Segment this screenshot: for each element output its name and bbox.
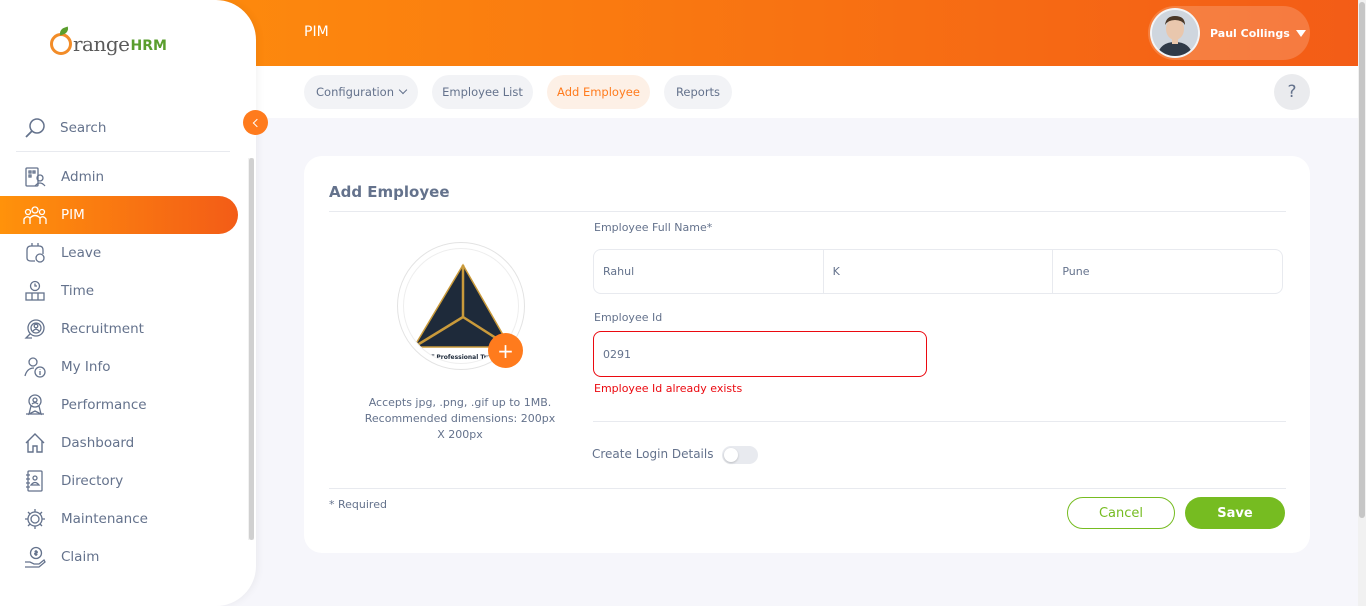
tab-add-employee[interactable]: Add Employee [547,75,650,109]
page-title: Add Employee [329,183,450,201]
tab-label: Add Employee [557,85,640,99]
logo-orange-icon [50,26,72,55]
footer-divider [329,488,1286,489]
maintenance-icon [22,506,48,532]
orangehrm-logo[interactable]: range HRM [50,26,167,56]
full-name-label: Employee Full Name* [594,221,713,234]
sidebar-item-label: Directory [61,473,124,489]
tab-label: Reports [675,85,721,99]
my-info-icon [22,354,48,380]
time-icon [22,278,48,304]
sidebar-item-maintenance[interactable]: Maintenance [0,500,246,538]
sidebar-item-label: Recruitment [61,321,144,337]
section-divider [593,421,1286,422]
caret-down-icon [1295,29,1306,37]
sidebar-search[interactable]: Search [16,104,230,152]
user-dropdown[interactable]: Paul Collings [1148,6,1310,60]
tab-label: Configuration [316,85,394,99]
sidebar-item-label: My Info [61,359,111,375]
scrollbar-thumb[interactable] [249,158,254,540]
recruitment-icon [22,316,48,342]
full-name-group: Rahul K Pune [593,249,1283,294]
sidebar-item-recruitment[interactable]: Recruitment [0,310,246,348]
claim-icon [22,544,48,570]
toggle-knob [724,448,738,462]
sidebar-item-my-info[interactable]: My Info [0,348,246,386]
sidebar-item-label: Dashboard [61,435,135,451]
add-photo-button[interactable]: + [488,333,523,368]
sidebar-item-label: PIM [61,207,85,223]
sidebar-item-admin[interactable]: Admin [0,158,246,196]
title-divider [329,211,1286,212]
sidebar-item-time[interactable]: Time [0,272,246,310]
photo-caption: Accepts jpg, .png, .gif up to 1MB. Recom… [364,396,556,441]
tab-label: Employee List [442,85,523,99]
tab-configuration[interactable]: Configuration [304,75,418,109]
module-title: PIM [304,24,329,40]
tab-reports[interactable]: Reports [664,75,732,109]
directory-icon [22,468,48,494]
performance-icon [22,392,48,418]
sidebar-item-pim[interactable]: PIM [0,196,238,234]
user-name: Paul Collings [1210,26,1290,40]
help-button[interactable]: ? [1274,74,1310,110]
create-login-label: Create Login Details [592,447,714,461]
create-login-toggle[interactable] [722,446,758,464]
sidebar-item-label: Leave [61,245,102,261]
collapse-sidebar-button[interactable] [243,110,268,135]
search-label: Search [60,119,107,136]
sidebar-item-label: Performance [61,397,147,413]
admin-icon [22,164,48,190]
employee-id-label: Employee Id [594,311,663,324]
scrollbar-thumb[interactable] [1359,2,1365,518]
sidebar-item-label: Time [61,283,95,299]
add-employee-card: Add Employee IT Professional Trainings +… [304,156,1310,553]
sidebar: range HRM Search Admin PIM Leave Time Re… [0,0,256,606]
sidebar-item-dashboard[interactable]: Dashboard [0,424,246,462]
chevron-left-icon [252,118,261,127]
cancel-button[interactable]: Cancel [1067,497,1175,529]
pim-icon [22,202,48,228]
dashboard-icon [22,430,48,456]
sidebar-scrollbar[interactable] [248,158,254,540]
search-icon [24,117,46,139]
employee-id-field[interactable]: 0291 [593,331,927,377]
sidebar-item-label: Admin [61,169,105,185]
last-name-field[interactable]: Pune [1053,250,1282,293]
user-avatar [1150,8,1200,58]
logo-text-hrm: HRM [130,37,167,54]
sidebar-menu: Admin PIM Leave Time Recruitment My Info… [0,158,246,576]
sidebar-item-leave[interactable]: Leave [0,234,246,272]
sub-navigation: Configuration Employee List Add Employee… [256,66,1358,118]
sidebar-item-label: Claim [61,549,100,565]
chevron-down-icon [398,85,408,95]
page-scrollbar[interactable] [1358,0,1366,606]
required-note: * Required [329,498,387,511]
sidebar-item-claim[interactable]: Claim [0,538,246,576]
middle-name-field[interactable]: K [824,250,1054,293]
save-button[interactable]: Save [1185,497,1285,529]
sidebar-item-performance[interactable]: Performance [0,386,246,424]
leave-icon [22,240,48,266]
logo-text: range [73,32,130,56]
tab-employee-list[interactable]: Employee List [432,75,533,109]
sidebar-item-label: Maintenance [61,511,148,527]
first-name-field[interactable]: Rahul [594,250,824,293]
employee-id-error: Employee Id already exists [594,382,743,395]
sidebar-item-directory[interactable]: Directory [0,462,246,500]
